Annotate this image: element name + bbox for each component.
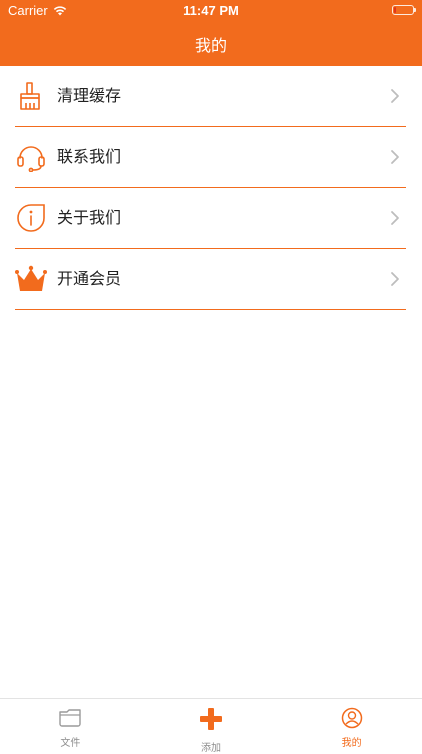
- chevron-right-icon: [391, 150, 399, 164]
- chevron-right-icon: [391, 211, 399, 225]
- crown-icon: [15, 263, 47, 295]
- menu-item-label: 开通会员: [57, 269, 122, 288]
- broom-icon: [15, 80, 47, 112]
- tab-label: 添加: [201, 743, 221, 754]
- menu-item-label: 清理缓存: [57, 86, 122, 105]
- menu-item-clear-cache[interactable]: 清理缓存: [0, 66, 422, 127]
- chevron-right-icon: [391, 272, 399, 286]
- tab-add[interactable]: 添加: [141, 699, 282, 754]
- battery-level: [394, 7, 396, 13]
- top-header: Carrier 11:47 PM 我的: [0, 0, 422, 66]
- menu-item-about-us[interactable]: 关于我们: [0, 188, 422, 249]
- battery-icon: [392, 5, 416, 15]
- profile-icon: [341, 707, 363, 733]
- folder-icon: [58, 707, 82, 731]
- tab-files[interactable]: 文件: [0, 699, 141, 750]
- menu-item-label: 联系我们: [57, 147, 122, 166]
- menu-item-contact-us[interactable]: 联系我们: [0, 127, 422, 188]
- menu-item-label: 关于我们: [57, 208, 122, 227]
- tab-label: 我的: [341, 738, 362, 749]
- tab-profile[interactable]: 我的: [281, 699, 422, 750]
- info-icon: [15, 202, 47, 234]
- headset-icon: [15, 141, 47, 173]
- settings-menu: 清理缓存 联系我们 关于我们 开通会员: [0, 66, 422, 310]
- tab-bar: 文件 添加 我的: [0, 698, 422, 754]
- status-time: 11:47 PM: [183, 3, 239, 18]
- plus-icon: [199, 707, 223, 735]
- tab-label: 文件: [60, 738, 81, 749]
- divider: [15, 309, 406, 310]
- menu-item-membership[interactable]: 开通会员: [0, 249, 422, 310]
- page-title: 我的: [194, 36, 227, 55]
- chevron-right-icon: [391, 89, 399, 103]
